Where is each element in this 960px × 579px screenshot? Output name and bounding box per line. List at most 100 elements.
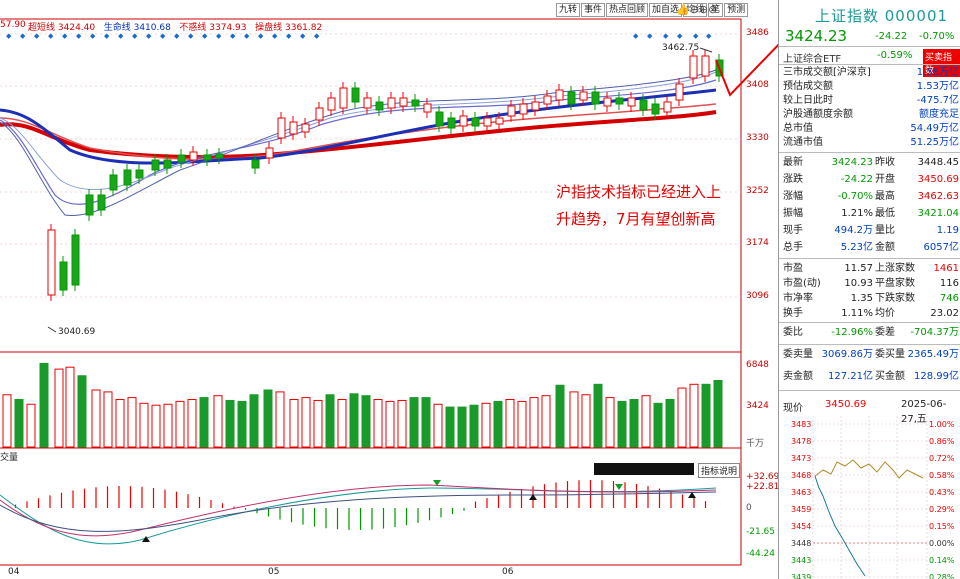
volume-bar bbox=[529, 397, 539, 448]
volume-bar bbox=[249, 394, 259, 448]
volume-bar bbox=[555, 384, 565, 448]
mini-right-tick: 1.00% bbox=[929, 420, 955, 429]
volume-bar bbox=[77, 375, 87, 448]
maimai-row: 委卖量 3069.86万 委买量 2365.49万 bbox=[783, 349, 959, 360]
event-marker: ◆ bbox=[6, 32, 12, 40]
ma-item-0-label: 超短线 bbox=[28, 23, 56, 33]
info-row: 三市成交额[沪深京] 1.58万亿 bbox=[783, 67, 959, 78]
candle-body bbox=[123, 169, 132, 186]
low-label: 3040.69 bbox=[58, 327, 96, 337]
toolbar-btn-predict[interactable]: 预测 bbox=[724, 3, 749, 17]
candle-body bbox=[399, 97, 408, 107]
candle-body bbox=[59, 261, 68, 291]
event-marker: ◆ bbox=[174, 32, 180, 40]
signal-arrow-icon bbox=[615, 484, 623, 490]
quote-value: 1.21% bbox=[841, 208, 873, 219]
intraday-mini-chart[interactable]: 3483 1.00% 3478 0.86% 3473 0.72% 3468 0.58% 3463… bbox=[779, 416, 960, 579]
stat-value: 746 bbox=[939, 293, 959, 304]
mini-right-tick: 0.28% bbox=[929, 573, 955, 579]
candle-body bbox=[177, 154, 186, 163]
close-icon[interactable]: ⊗ bbox=[708, 3, 717, 16]
callout-line-1: 沪指技术指标已经进入上 bbox=[556, 183, 722, 201]
candle-body bbox=[277, 117, 286, 139]
kline-chart[interactable]: ◆ ◆ ◆ ◆ ◆ ◆ ◆ ◆ ◆ ◆ ◆ ◆ ◆ ◆ ◆ ◆ ◆ ◆ ◆ ◆ ◆ ◆ ◆ ◆ ◆ ◆ ◆ ◆ ◆ bbox=[0, 0, 778, 579]
event-marker: ◆ bbox=[216, 32, 222, 40]
volume-bar bbox=[337, 399, 347, 448]
toolbar-btn-event[interactable]: 事件 bbox=[581, 3, 606, 17]
volume-bar bbox=[605, 397, 615, 448]
event-marker: ◆ bbox=[663, 32, 669, 40]
volume-bar bbox=[213, 395, 223, 448]
volume-axis-mid: 3424 bbox=[746, 401, 769, 411]
volume-bar bbox=[175, 400, 185, 448]
volume-bar bbox=[115, 399, 125, 448]
candle-body bbox=[189, 151, 198, 161]
toolbar-btn-hot[interactable]: 热点回顾 bbox=[606, 3, 649, 17]
candle-body bbox=[351, 87, 360, 103]
candle-body bbox=[701, 55, 710, 77]
volume-bar bbox=[301, 397, 311, 448]
volume-bar bbox=[481, 402, 491, 448]
volume-bar bbox=[151, 404, 161, 448]
info-row: 沪股通额度余额 额度充足 bbox=[783, 109, 959, 120]
ma-item-3-value: 3361.82 bbox=[285, 23, 323, 33]
mini-left-tick: 3463 bbox=[791, 488, 811, 497]
quote-panel: 上证指数 000001 3424.23 -24.22 -0.70% 上证综合ET… bbox=[778, 0, 960, 579]
mini-left-tick: 3459 bbox=[791, 505, 811, 514]
stat-row: 换手 1.11% 均价 23.02 bbox=[783, 307, 959, 321]
event-marker: ◆ bbox=[693, 32, 699, 40]
volume-bar bbox=[373, 399, 383, 448]
volume-bar bbox=[289, 399, 299, 448]
candle-body bbox=[47, 229, 56, 296]
stat-key: 均价 bbox=[875, 308, 895, 319]
info-row: 流通市值 51.25万亿 bbox=[783, 137, 959, 148]
wei-row: 委比 -12.96% 委差 -704.37万 bbox=[783, 327, 959, 338]
mini-right-tick: 0.72% bbox=[929, 454, 955, 463]
etf-name[interactable]: 上证综合ETF bbox=[783, 50, 841, 65]
volume-bar bbox=[65, 366, 75, 448]
candle-body bbox=[591, 91, 600, 105]
volume-bar bbox=[701, 383, 711, 448]
plus-icon[interactable]: ⊕ bbox=[699, 3, 708, 16]
divider bbox=[779, 64, 960, 65]
mini-left-tick: 3468 bbox=[791, 471, 811, 480]
indicator-help-button[interactable]: 指标说明 bbox=[698, 463, 741, 478]
stat-value: 23.02 bbox=[930, 308, 959, 319]
volume-bar bbox=[581, 394, 591, 448]
quote-value: -0.70% bbox=[837, 191, 873, 202]
x-label-04: 04 bbox=[8, 567, 20, 577]
stat-row: 市盈 11.57 上涨家数 1461 bbox=[783, 262, 959, 276]
event-marker: ◆ bbox=[633, 32, 639, 40]
toolbar-btn-jiuzhuan[interactable]: 九转 bbox=[556, 3, 581, 17]
indicator-dark-tab[interactable] bbox=[594, 463, 694, 475]
mini-left-tick: 3478 bbox=[791, 437, 811, 446]
volume-bar bbox=[127, 397, 137, 448]
event-marker: ◆ bbox=[90, 32, 96, 40]
mini-left-tick: 3439 bbox=[791, 573, 811, 579]
candle-body bbox=[543, 95, 552, 105]
event-marker: ◆ bbox=[300, 32, 306, 40]
stat-value: 1461 bbox=[933, 263, 959, 274]
mini-current-label: 现价 bbox=[783, 403, 803, 414]
candle-body bbox=[615, 97, 624, 105]
event-marker: ◆ bbox=[230, 32, 236, 40]
kline-chart-area[interactable]: ◆ ◆ ◆ ◆ ◆ ◆ ◆ ◆ ◆ ◆ ◆ ◆ ◆ ◆ ◆ ◆ ◆ ◆ ◆ ◆ ◆ ◆ ◆ ◆ ◆ ◆ ◆ ◆ ◆ bbox=[0, 0, 778, 579]
volume-bar bbox=[163, 403, 173, 448]
volume-bar bbox=[313, 399, 323, 448]
price-axis-3: 3252 bbox=[746, 186, 769, 196]
thumb-icon[interactable]: 👍 bbox=[676, 3, 690, 16]
volume-bar bbox=[493, 400, 503, 448]
ma-item-2-label: 不惑线 bbox=[179, 23, 207, 33]
toolbar-icons: 👍⊖⊕⊗ bbox=[676, 3, 717, 16]
mini-left-tick: 3448 bbox=[791, 539, 811, 548]
etf-pct: -0.59% bbox=[877, 50, 913, 61]
ma-item-3-label: 操盘线 bbox=[255, 23, 283, 33]
volume-bar bbox=[349, 393, 359, 448]
minus-icon[interactable]: ⊖ bbox=[690, 3, 699, 16]
stat-value: 10.93 bbox=[844, 278, 873, 289]
candle-body bbox=[301, 123, 310, 133]
ind-axis-2: 0 bbox=[746, 503, 752, 513]
candle-body bbox=[363, 97, 372, 109]
event-marker: ◆ bbox=[706, 32, 712, 40]
divider bbox=[779, 46, 960, 47]
